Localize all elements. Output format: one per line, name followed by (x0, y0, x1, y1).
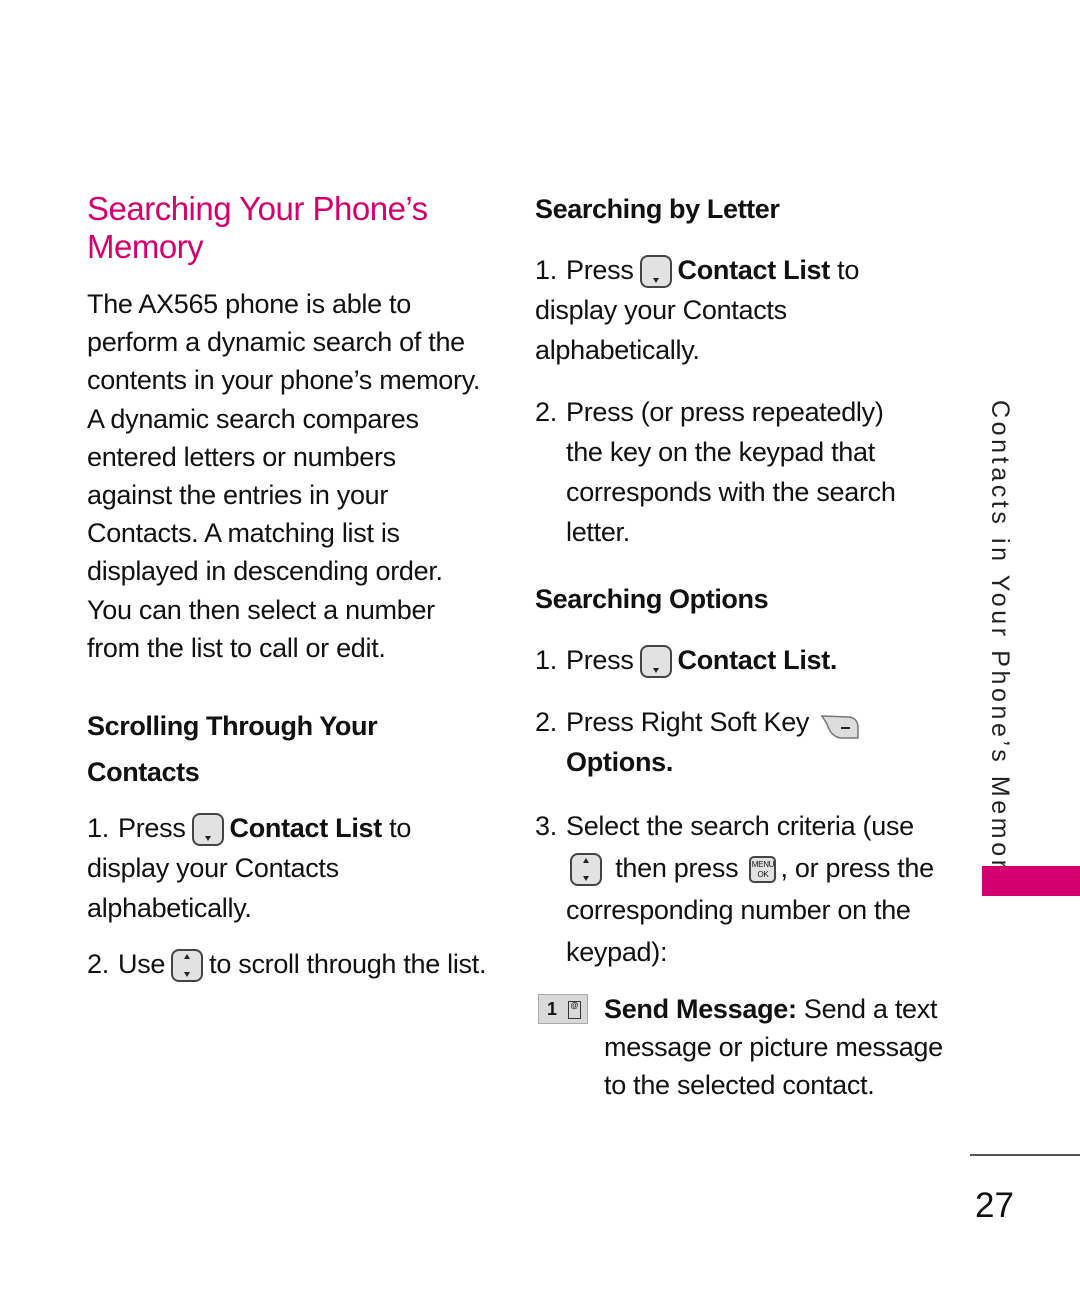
intro-paragraph: The AX565 phone is able to perform a dyn… (87, 289, 481, 663)
up-down-nav-key-icon (570, 853, 602, 887)
send-message-option: Send Message: Send a text message or pic… (604, 990, 944, 1104)
by-letter-step-1: 1. Press Contact List to display your Cont… (535, 250, 915, 370)
down-nav-key-icon (639, 645, 672, 679)
down-nav-key-icon (191, 813, 224, 847)
by-letter-heading: Searching by Letter (535, 194, 780, 224)
menu-ok-key-icon: MENU OK (749, 856, 777, 884)
step-number: 2. (535, 397, 557, 427)
scrolling-heading: Scrolling Through Your Contacts (87, 711, 378, 787)
contact-list-label: Contact List. (677, 645, 838, 675)
ok-label: OK (757, 870, 769, 880)
send-message-label: Send Message: (604, 994, 797, 1024)
step-number: 2. (535, 707, 557, 737)
step-number: 2. (87, 949, 109, 979)
step-text: Press (566, 645, 634, 675)
contact-list-label: Contact List (677, 255, 831, 285)
step-text: Select the search criteria (use (566, 811, 914, 841)
key-1-icon: 1 @ (538, 994, 588, 1024)
page-title: Searching Your Phone’s Memory (87, 190, 428, 265)
options-step-1: 1. Press Contact List. (535, 640, 915, 680)
step-text: Use (118, 949, 166, 979)
options-heading: Searching Options (535, 584, 769, 614)
options-step-2: 2. Press Right Soft Key Options. (535, 702, 915, 782)
scrolling-step-1: 1. Press Contact List to display your Cont… (87, 808, 487, 928)
by-letter-step-2: 2. Press (or press repeatedly) the key on… (535, 392, 915, 552)
scrolling-step-2: 2. Use to scroll through the list. (87, 944, 487, 984)
section-name: Contacts in Your Phone’s Memory (986, 400, 1014, 888)
footer-rule (970, 1154, 1080, 1156)
options-step-3: 3. Select the search criteria (use then p… (535, 805, 935, 973)
step-number: 3. (535, 811, 557, 841)
key-number: 1 (547, 999, 558, 1019)
step-text: then press (615, 853, 739, 883)
step-text: Press Right Soft Key (566, 707, 810, 737)
step-text: Press (566, 255, 634, 285)
options-label: Options. (566, 747, 674, 777)
right-soft-key-icon (820, 711, 861, 739)
step-text: Press (or press repeatedly) the key on t… (566, 397, 896, 547)
contact-list-label: Contact List (229, 813, 383, 843)
step-number: 1. (87, 813, 109, 843)
step-text: Press (118, 813, 186, 843)
step-number: 1. (535, 255, 557, 285)
page-number: 27 (975, 1186, 1014, 1225)
down-nav-key-icon (639, 255, 672, 289)
side-tab-label: Contacts in Your Phone’s Memory (985, 400, 1015, 888)
step-text: to scroll through the list. (209, 949, 487, 979)
menu-label: MENU (751, 860, 775, 870)
section-tab-marker (982, 866, 1080, 896)
up-down-nav-key-icon (171, 949, 204, 983)
step-number: 1. (535, 645, 557, 675)
